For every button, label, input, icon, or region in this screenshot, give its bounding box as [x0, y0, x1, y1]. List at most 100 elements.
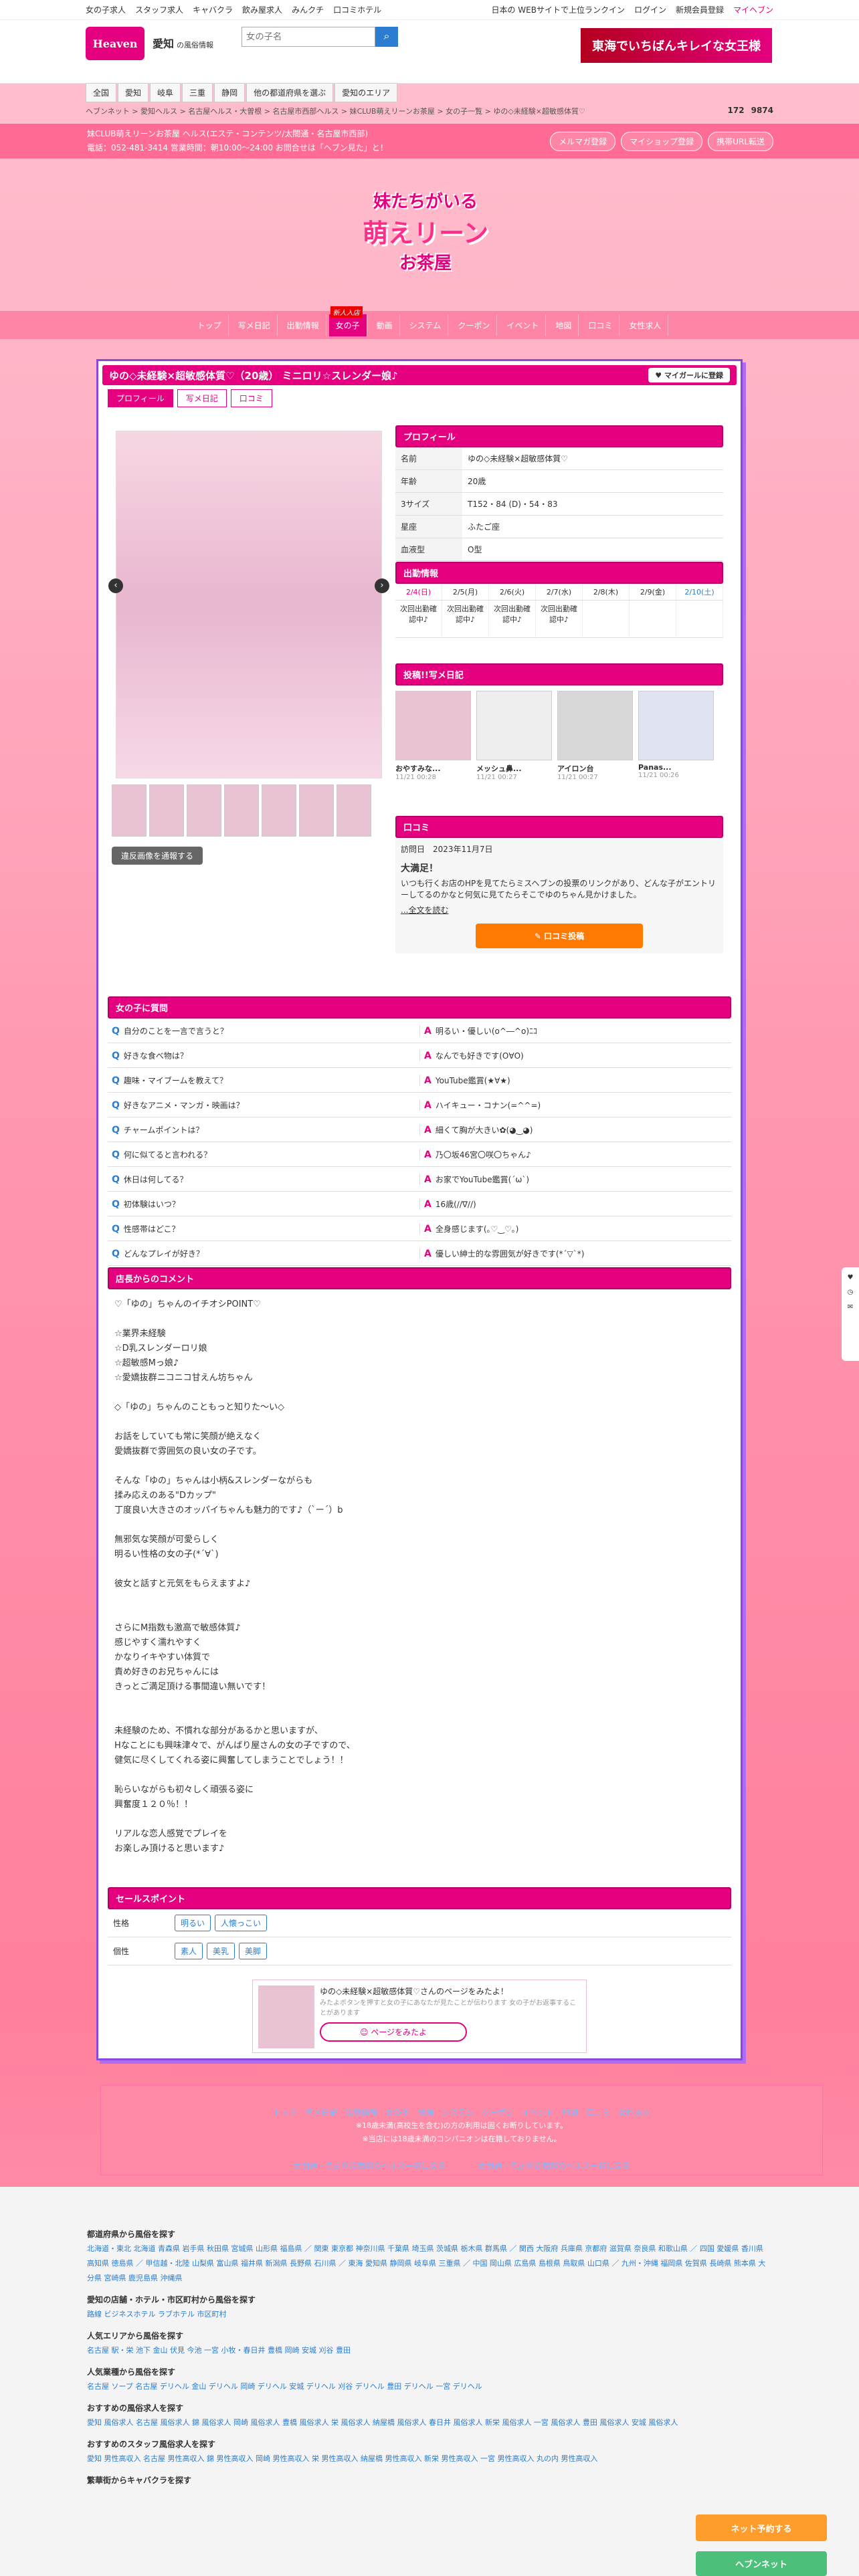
shopnav-recruit[interactable]: 女性求人: [622, 314, 669, 336]
new-badge: 新人入店: [330, 306, 363, 318]
topbar-link-girls-jobs[interactable]: 女の子求人: [86, 4, 126, 15]
thumbnail[interactable]: [149, 784, 184, 837]
footer-nav-link[interactable]: 出勤情報: [345, 2108, 377, 2117]
next-arrow-icon[interactable]: ›: [375, 578, 389, 593]
mitayo-box: ゆの◇未経験×超敏感体質♡さんのページをみたよ！ みたよボタンを押すと女の子にあ…: [252, 1979, 587, 2053]
question-text: 好きなアニメ・マンガ・映画は？: [123, 1100, 244, 1110]
comment-line: 彼女と話すと元気をもらえますよ♪: [114, 1579, 251, 1589]
shopnav-reviews[interactable]: 口コミ: [581, 314, 620, 336]
thumbnail[interactable]: [262, 784, 296, 837]
comment-line: お楽しみ頂けると思います♪: [114, 1844, 225, 1854]
post-review-button[interactable]: ✎ 口コミ投稿: [476, 924, 643, 948]
topbar-link-bar-jobs[interactable]: 飲み屋求人: [242, 4, 282, 15]
footer-nav-link[interactable]: 地図: [562, 2108, 578, 2117]
footer-links-popular-areas[interactable]: 名古屋 駅・栄 池下 金山 伏見 今池 一宮 小牧・春日井 豊橋 岡崎 安城 刈…: [87, 2343, 772, 2358]
thumbnail[interactable]: [112, 784, 147, 837]
footer-links-aichi[interactable]: 路線 ビジネスホテル ラブホテル 市区町村: [87, 2307, 772, 2322]
mypage-link[interactable]: マイヘブン: [733, 4, 773, 15]
diary-item[interactable]: Panas... 11/21 00:26: [638, 691, 714, 781]
q-mark: Q: [112, 1099, 120, 1111]
mitayo-photo: [258, 1985, 314, 2048]
back-link[interactable]: 太閤通・名古屋市西部のヘルス一覧に戻る: [478, 2161, 630, 2171]
shopnav-diary[interactable]: 写メ日記: [231, 314, 278, 336]
shopnav-schedule[interactable]: 出勤情報: [280, 314, 326, 336]
footer-nav-link[interactable]: 女の子: [385, 2108, 409, 2117]
region-tab-aichi[interactable]: 愛知: [118, 83, 149, 102]
topbar-link-cabaret[interactable]: キャバクラ: [193, 4, 233, 15]
region-nav: 全国 愛知 岐阜 三重 静岡 他の都道府県を選ぶ 愛知のエリア: [86, 83, 398, 102]
tab-profile[interactable]: プロフィール: [108, 389, 173, 407]
region-tab-area[interactable]: 愛知のエリア: [335, 83, 398, 102]
sales-key: 性格: [113, 1919, 130, 1928]
region-tab-shizuoka[interactable]: 静岡: [214, 83, 246, 102]
shopnav-system[interactable]: システム: [403, 314, 449, 336]
search-button[interactable]: ⌕: [375, 27, 399, 47]
footer-nav-link[interactable]: 動画: [417, 2108, 434, 2117]
register-link[interactable]: 新規会員登録: [676, 4, 724, 15]
shopnav-top[interactable]: トップ: [191, 314, 229, 336]
comment-line: ◇「ゆの」ちゃんのこともっと知りた〜い◇: [114, 1402, 284, 1412]
profile-value: O型: [468, 545, 482, 554]
region-tab-other[interactable]: 他の都道府県を選ぶ: [246, 83, 334, 102]
comment-line: 責め好きのお兄ちゃんには: [114, 1667, 219, 1677]
mobile-url-button[interactable]: 携帯URL転送: [708, 132, 773, 151]
topbar-link-minkuchi[interactable]: みんクチ: [292, 4, 324, 15]
region-tab-all[interactable]: 全国: [86, 83, 117, 102]
footer-links-prefectures[interactable]: 北海道・東北 北海道 青森県 岩手県 秋田県 宮城県 山形県 福島県 ／ 関東 …: [87, 2242, 772, 2286]
diary-item[interactable]: メッシュ鼻... 11/21 00:27: [476, 691, 552, 781]
topbar-link-staff-jobs[interactable]: スタッフ求人: [135, 4, 183, 15]
shopnav-video[interactable]: 動画: [370, 314, 400, 336]
footer-nav-link[interactable]: 写メ日記: [305, 2108, 337, 2117]
shop-logo[interactable]: 妹たちがいる 萌えリーン お茶屋: [339, 181, 512, 281]
shopnav-girls[interactable]: 新人入店 女の子: [328, 306, 367, 336]
search-input[interactable]: [242, 27, 376, 47]
thumbnail[interactable]: [187, 784, 221, 837]
region-sub: の風俗情報: [177, 41, 214, 49]
site-logo[interactable]: Heaven: [86, 27, 145, 60]
footer-nav-link[interactable]: イベント: [522, 2108, 554, 2117]
mylist-button[interactable]: ♥ マイガールに登録: [648, 368, 730, 383]
site-slogan: 日本の WEBサイトで上位ランクイン: [491, 5, 625, 15]
shopnav-coupon[interactable]: クーポン: [451, 314, 498, 336]
tab-reviews[interactable]: 口コミ: [230, 389, 272, 407]
thumbnail[interactable]: [337, 784, 371, 837]
a-mark: A: [424, 1174, 432, 1185]
footer-nav-link[interactable]: トップ: [273, 2108, 297, 2117]
question: Q 初体験はいつ？: [108, 1198, 419, 1210]
diary-item[interactable]: おやすみな... 11/21 00:28: [395, 691, 471, 781]
breadcrumb[interactable]: ヘブンネット > 愛知ヘルス > 名古屋ヘルス・大曽根 > 名古屋市西部ヘルス …: [86, 106, 585, 116]
region-tab-gifu[interactable]: 岐阜: [150, 83, 181, 102]
login-link[interactable]: ログイン: [634, 4, 666, 15]
footer-nav-link[interactable]: 口コミ: [586, 2108, 610, 2117]
myshop-button[interactable]: マイショップ登録: [621, 132, 703, 151]
heaven-net-button[interactable]: ヘブンネット: [696, 2551, 827, 2576]
back-link[interactable]: 太閤通・名古屋市西部のヘルス一覧に戻る: [293, 2161, 446, 2171]
diary-item[interactable]: アイロン台 11/21 00:27: [557, 691, 633, 781]
footer-nav-link[interactable]: 女性求人: [618, 2108, 650, 2117]
shopnav-event[interactable]: イベント: [500, 314, 547, 336]
footer-nav-link[interactable]: クーポン: [482, 2108, 514, 2117]
thumbnail[interactable]: [299, 784, 334, 837]
mitayo-button[interactable]: ☺ ページをみたよ: [320, 2022, 467, 2042]
side-floating-tools[interactable]: ♥ ◷ ✉: [842, 1267, 859, 1361]
ad-banner[interactable]: 東海でいちばんキレイな女王様: [579, 27, 773, 64]
newsletter-button[interactable]: メルマガ登録: [550, 132, 616, 151]
region-tab-mie[interactable]: 三重: [182, 83, 213, 102]
tab-diary[interactable]: 写メ日記: [177, 389, 227, 407]
review-more-link[interactable]: ...全文を読む: [401, 904, 718, 916]
report-image-button[interactable]: 違反画像を通報する: [112, 847, 203, 865]
q-mark: Q: [112, 1149, 120, 1160]
main-photo[interactable]: ‹ ›: [108, 431, 389, 778]
prev-arrow-icon[interactable]: ‹: [108, 578, 123, 593]
shopnav-map[interactable]: 地図: [549, 314, 579, 336]
diary-title: おやすみな...: [395, 764, 441, 773]
footer-links-jobs[interactable]: 愛知 風俗求人 名古屋 風俗求人 錦 風俗求人 岡崎 風俗求人 豊橋 風俗求人 …: [87, 2416, 772, 2430]
topbar-link-hotel-reviews[interactable]: 口コミホテル: [333, 4, 381, 15]
footer-nav-link[interactable]: システム: [442, 2108, 474, 2117]
net-reserve-button[interactable]: ネット予約する: [696, 2514, 827, 2541]
footer-links-genres[interactable]: 名古屋 ソープ 名古屋 デリヘル 金山 デリヘル 岡崎 デリヘル 安城 デリヘル…: [87, 2379, 772, 2394]
footer-links-staff-jobs[interactable]: 愛知 男性高収入 名古屋 男性高収入 錦 男性高収入 岡崎 男性高収入 栄 男性…: [87, 2452, 772, 2466]
thumbnail[interactable]: [224, 784, 259, 837]
answer: A なんでも好きです(O∀O): [419, 1049, 731, 1061]
a-mark: A: [424, 1198, 432, 1210]
